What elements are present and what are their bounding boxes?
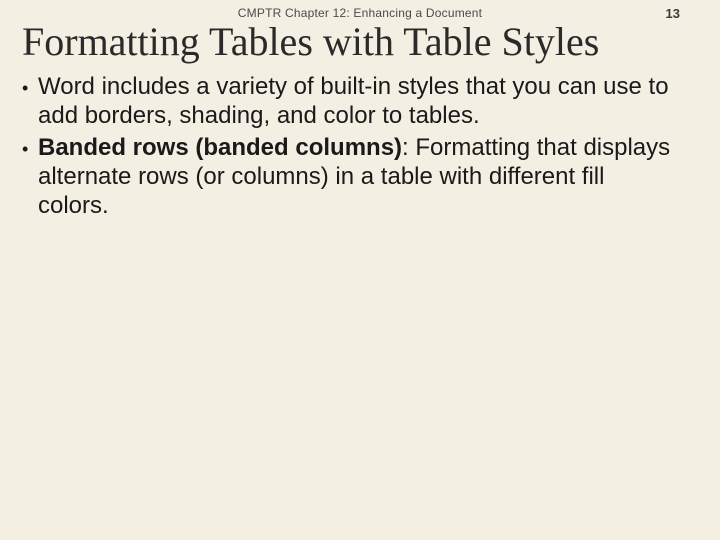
slide-body: • Word includes a variety of built-in st…: [22, 72, 680, 222]
bullet-bold: Banded rows (banded columns): [38, 134, 402, 161]
slide: CMPTR Chapter 12: Enhancing a Document 1…: [0, 0, 720, 540]
bullet-rest: Word includes a variety of built-in styl…: [38, 73, 669, 129]
bullet-item: • Banded rows (banded columns): Formatti…: [22, 133, 680, 221]
bullet-dot-icon: •: [22, 133, 38, 221]
bullet-dot-icon: •: [22, 72, 38, 131]
page-number: 13: [666, 6, 680, 21]
slide-title: Formatting Tables with Table Styles: [22, 18, 599, 65]
bullet-text: Banded rows (banded columns): Formatting…: [38, 133, 680, 221]
bullet-item: • Word includes a variety of built-in st…: [22, 72, 680, 131]
bullet-text: Word includes a variety of built-in styl…: [38, 72, 680, 131]
